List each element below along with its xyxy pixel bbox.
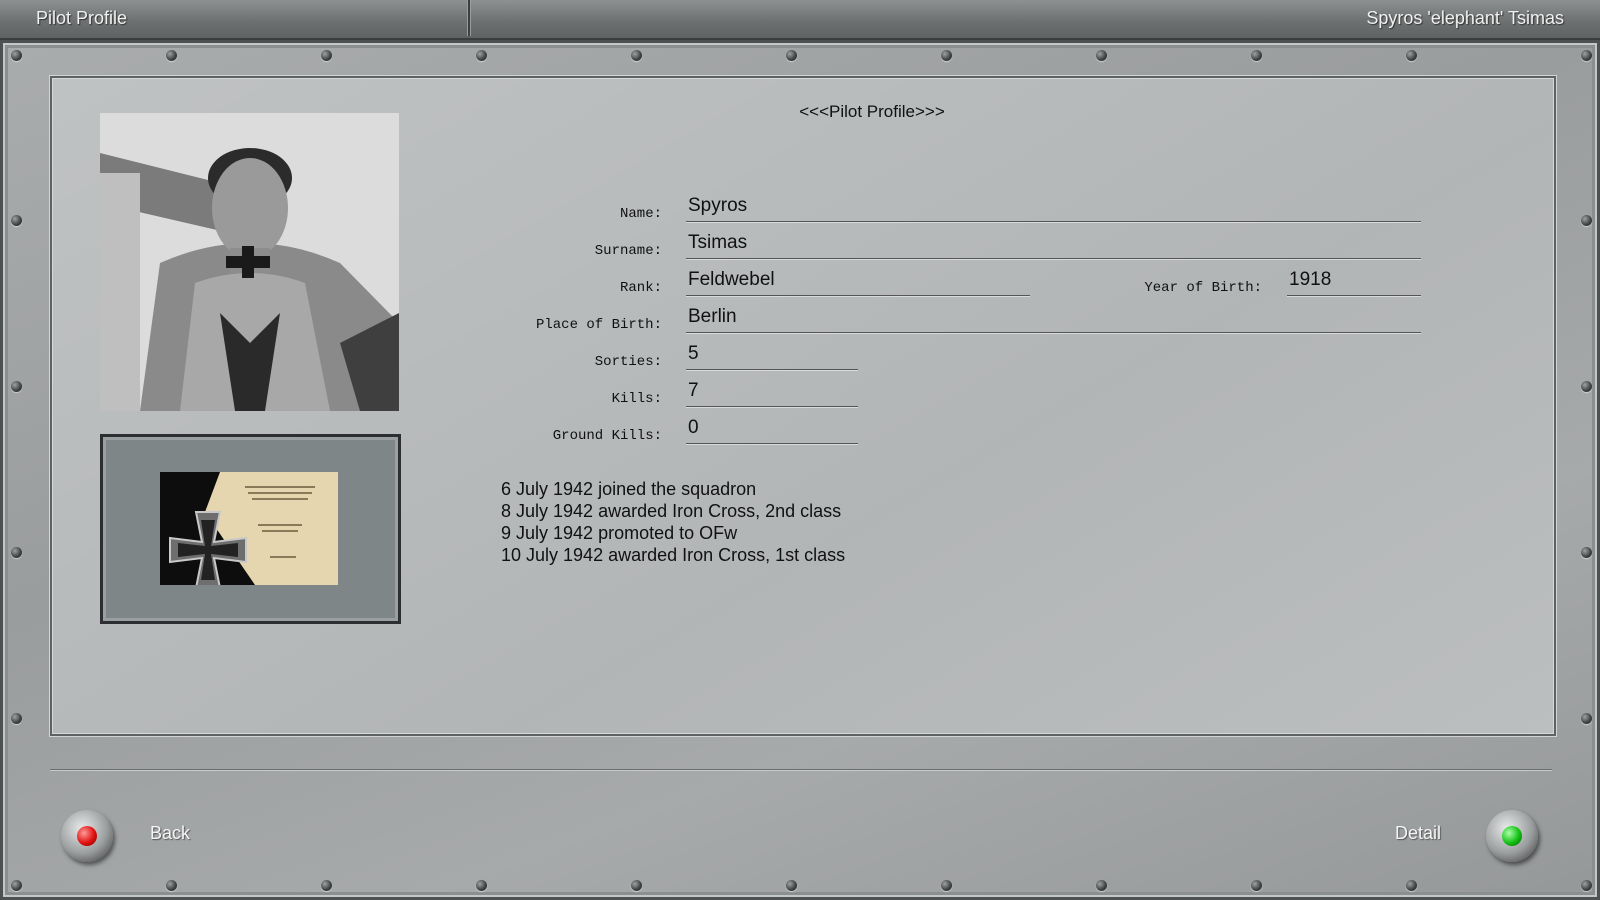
rivet-icon xyxy=(11,50,22,61)
history-entry: 9 July 1942 promoted to OFw xyxy=(501,523,738,543)
surname-field[interactable]: Tsimas xyxy=(686,233,1421,259)
rivet-icon xyxy=(166,880,177,891)
rivet-icon xyxy=(631,50,642,61)
rivet-icon xyxy=(1581,713,1592,724)
rivet-icon xyxy=(476,880,487,891)
rivet-icon xyxy=(11,381,22,392)
window-title: Pilot Profile xyxy=(36,8,128,28)
pilot-portrait-icon xyxy=(100,113,399,411)
rivet-icon xyxy=(1581,50,1592,61)
rivet-icon xyxy=(1096,50,1107,61)
rivet-icon xyxy=(1581,215,1592,226)
rivet-icon xyxy=(1581,381,1592,392)
rivet-icon xyxy=(786,50,797,61)
service-history: 6 July 1942 joined the squadron 8 July 1… xyxy=(501,478,845,566)
title-bar: Pilot Profile Spyros 'elephant' Tsimas xyxy=(0,0,1600,40)
rivet-icon xyxy=(321,880,332,891)
title-left-section: Pilot Profile xyxy=(0,0,470,36)
surname-label: Surname: xyxy=(594,243,662,259)
year-of-birth-field[interactable]: 1918 xyxy=(1287,270,1421,296)
rank-label: Rank: xyxy=(619,280,662,296)
red-led-icon xyxy=(77,826,97,846)
history-entry: 10 July 1942 awarded Iron Cross, 1st cla… xyxy=(501,545,846,565)
rivet-icon xyxy=(1251,50,1262,61)
rivet-icon xyxy=(11,215,22,226)
iron-cross-certificate-icon xyxy=(160,472,338,589)
rivet-icon xyxy=(631,880,642,891)
ground-kills-field[interactable]: 0 xyxy=(686,418,858,444)
history-entry: 6 July 1942 joined the squadron xyxy=(501,479,757,499)
place-of-birth-field[interactable]: Berlin xyxy=(686,307,1421,333)
sorties-field[interactable]: 5 xyxy=(686,344,858,370)
pilot-profile-panel: <<<Pilot Profile>>> Name: Spyros Surname… xyxy=(50,76,1556,736)
rivet-icon xyxy=(786,880,797,891)
rivet-icon xyxy=(941,880,952,891)
detail-button[interactable] xyxy=(1486,810,1538,862)
kills-label: Kills: xyxy=(611,391,662,407)
title-right-section: Spyros 'elephant' Tsimas xyxy=(470,0,1600,36)
rivet-icon xyxy=(1406,880,1417,891)
rivet-icon xyxy=(1406,50,1417,61)
back-button[interactable] xyxy=(61,810,113,862)
back-label[interactable]: Back xyxy=(150,823,190,844)
ground-kills-label: Ground Kills: xyxy=(552,428,662,444)
history-entry: 8 July 1942 awarded Iron Cross, 2nd clas… xyxy=(501,501,842,521)
rivet-icon xyxy=(11,547,22,558)
page-title: <<<Pilot Profile>>> xyxy=(799,102,945,121)
rivet-icon xyxy=(321,50,332,61)
green-led-icon xyxy=(1502,826,1522,846)
rivet-icon xyxy=(941,50,952,61)
year-of-birth-label: Year of Birth: xyxy=(1144,280,1262,296)
rivet-icon xyxy=(1251,880,1262,891)
rivet-icon xyxy=(1096,880,1107,891)
rivet-icon xyxy=(476,50,487,61)
rivet-icon xyxy=(1581,547,1592,558)
medal-display xyxy=(100,434,401,624)
sorties-label: Sorties: xyxy=(594,354,662,370)
rivet-icon xyxy=(166,50,177,61)
rivet-icon xyxy=(11,713,22,724)
name-field[interactable]: Spyros xyxy=(686,196,1421,222)
pilot-callsign-title: Spyros 'elephant' Tsimas xyxy=(1366,8,1564,28)
detail-label[interactable]: Detail xyxy=(1395,823,1441,844)
rank-field[interactable]: Feldwebel xyxy=(686,270,1030,296)
rivet-icon xyxy=(11,880,22,891)
place-of-birth-label: Place of Birth: xyxy=(535,317,662,333)
kills-field[interactable]: 7 xyxy=(686,381,858,407)
footer-divider xyxy=(50,769,1552,771)
name-label: Name: xyxy=(619,206,662,222)
rivet-icon xyxy=(1581,880,1592,891)
